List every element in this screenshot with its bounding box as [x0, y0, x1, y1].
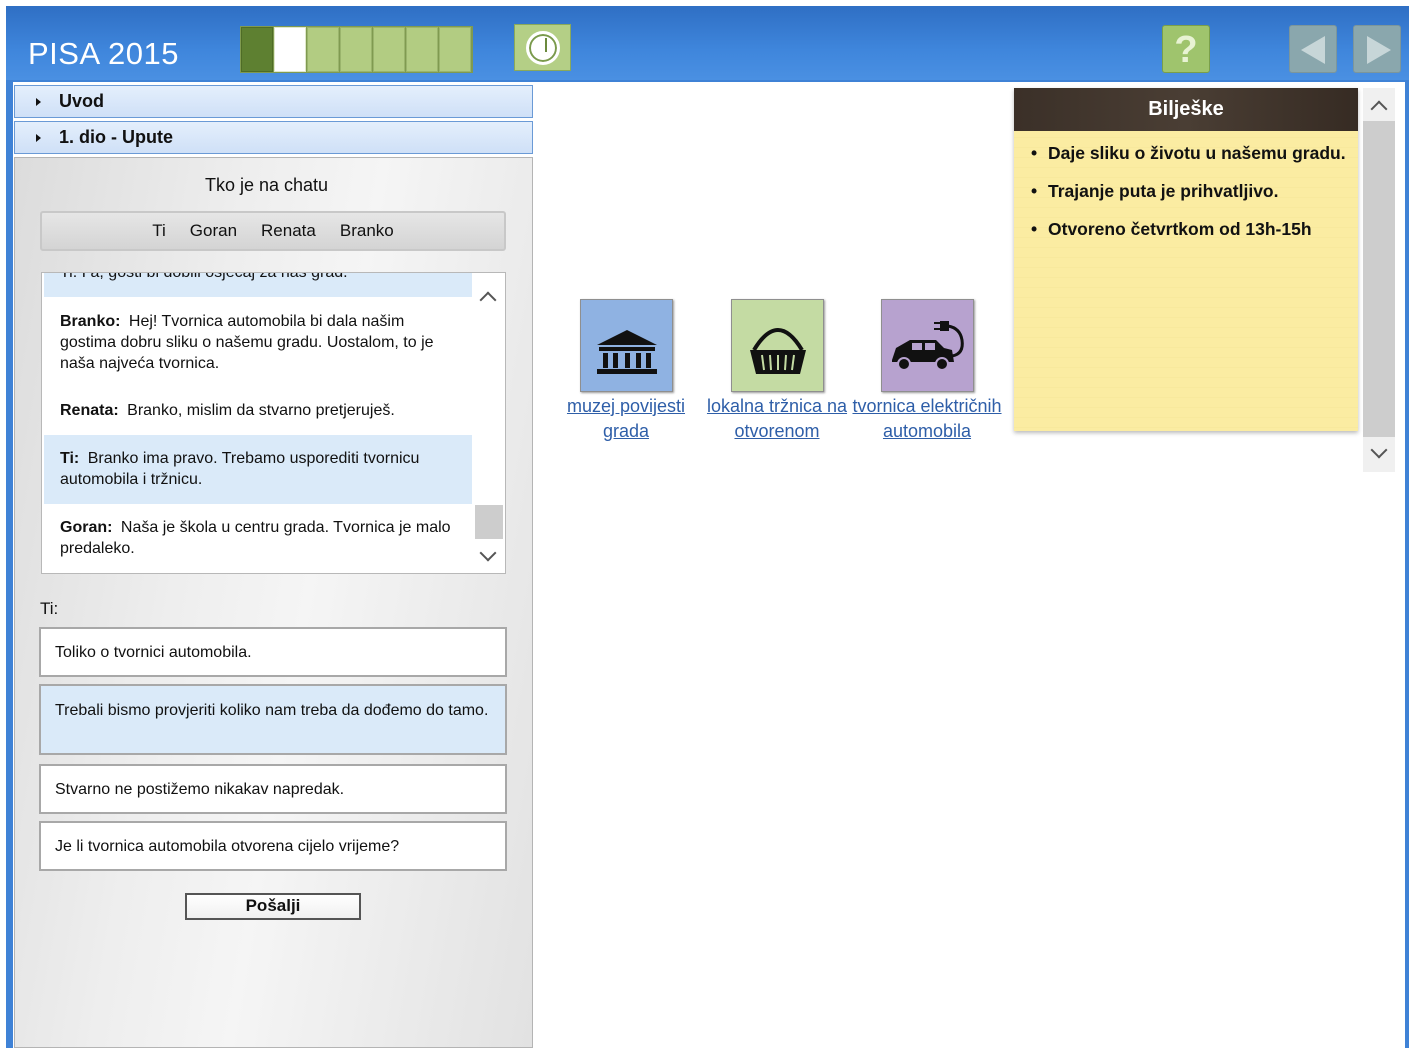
progress-segment	[241, 27, 273, 72]
reply-option-text: Toliko o tvornici automobila.	[55, 644, 252, 661]
notes-list: Daje sliku o životu u našemu gradu. Traj…	[1028, 141, 1350, 255]
scrollbar-thumb[interactable]	[475, 505, 503, 539]
progress-segment	[307, 27, 339, 72]
progress-segment	[274, 27, 306, 72]
chat-speaker: Branko:	[60, 313, 121, 330]
participant-name: Renata	[261, 221, 316, 240]
chat-speaker: Goran:	[60, 519, 113, 536]
accordion-label: 1. dio - Upute	[59, 127, 173, 147]
car-factory-tile[interactable]	[881, 299, 974, 392]
reply-option[interactable]: Stvarno ne postižemo nikakav napredak.	[39, 764, 507, 814]
chat-message: Branko: Hej! Tvornica automobila bi dala…	[44, 311, 472, 374]
chat-scrollbar[interactable]	[472, 273, 505, 573]
accordion-intro[interactable]: Uvod	[14, 85, 533, 118]
chat-message: Goran: Naša je škola u centru grada. Tvo…	[44, 517, 472, 559]
chevron-down-icon[interactable]	[1370, 441, 1388, 459]
market-tile[interactable]	[731, 299, 824, 392]
reply-option-text: Stvarno ne postižemo nikakav napredak.	[55, 781, 345, 798]
accordion-part1-instructions[interactable]: 1. dio - Upute	[14, 121, 533, 154]
caret-right-icon	[36, 98, 41, 106]
museum-icon	[597, 330, 657, 374]
participants-bar: Ti Goran Renata Branko	[40, 211, 506, 251]
chevron-up-icon[interactable]	[1370, 100, 1388, 118]
museum-link[interactable]: muzej povijesti grada	[551, 394, 701, 444]
chat-message: Ti: Branko ima pravo. Trebamo usporediti…	[44, 435, 472, 504]
progress-segment	[340, 27, 372, 72]
chat-message-cutoff: Ti: I a, gosti bi dobili osjećaj za naš …	[44, 272, 472, 297]
participant-name: Branko	[339, 221, 394, 240]
chevron-up-icon[interactable]	[479, 291, 497, 309]
notes-scrollbar[interactable]	[1363, 88, 1395, 472]
clock-icon	[526, 31, 560, 65]
help-button[interactable]: ?	[1162, 25, 1210, 73]
participant-name: Ti	[152, 221, 166, 240]
arrow-right-icon	[1367, 36, 1391, 64]
basket-icon	[750, 328, 806, 374]
chat-title: Tko je na chatu	[204, 175, 329, 195]
chat-message-text: Branko ima pravo. Trebamo usporediti tvo…	[60, 450, 420, 488]
progress-segment	[406, 27, 438, 72]
reply-option[interactable]: Toliko o tvornici automobila.	[39, 627, 507, 677]
notes-panel: Bilješke Daje sliku o životu u našemu gr…	[1014, 88, 1358, 431]
reply-option-text: Je li tvornica automobila otvorena cijel…	[55, 838, 400, 855]
progress-indicator	[240, 26, 473, 73]
previous-button[interactable]	[1289, 25, 1337, 73]
note-item: Trajanje puta je prihvatljivo.	[1028, 179, 1350, 204]
chat-message-text: Ti: I a, gosti bi dobili osjećaj za naš …	[60, 272, 348, 281]
app-title: PISA 2015	[28, 36, 180, 71]
timer-button[interactable]	[514, 24, 571, 71]
send-button[interactable]: Pošalji	[185, 893, 361, 920]
notes-title: Bilješke	[1014, 88, 1358, 131]
reply-label: Ti:	[40, 599, 59, 618]
question-mark-icon: ?	[1174, 29, 1198, 71]
next-button[interactable]	[1353, 25, 1401, 73]
chat-speaker: Ti:	[60, 450, 80, 467]
progress-segment	[439, 27, 471, 72]
top-bar: PISA 2015 ?	[6, 6, 1409, 80]
note-item: Daje sliku o životu u našemu gradu.	[1028, 141, 1350, 166]
arrow-left-icon	[1301, 36, 1325, 64]
electric-car-icon	[892, 321, 964, 371]
reply-option[interactable]: Je li tvornica automobila otvorena cijel…	[39, 821, 507, 871]
chat-speaker: Renata:	[60, 402, 119, 419]
participant-name: Goran	[189, 221, 238, 240]
chat-message: Renata: Branko, mislim da stvarno pretje…	[44, 400, 472, 421]
progress-segment	[373, 27, 405, 72]
note-item: Otvoreno četvrtkom od 13h-15h	[1028, 217, 1350, 242]
caret-right-icon	[36, 134, 41, 142]
scrollbar-thumb[interactable]	[1363, 121, 1395, 437]
accordion-label: Uvod	[59, 91, 104, 111]
chevron-down-icon[interactable]	[479, 544, 497, 562]
car-factory-link[interactable]: tvornica električnih automobila	[852, 394, 1002, 444]
museum-tile[interactable]	[580, 299, 673, 392]
chat-message-text: Branko, mislim da stvarno pretjeruješ.	[127, 402, 395, 419]
reply-option-text: Trebali bismo provjeriti koliko nam treb…	[55, 702, 489, 719]
chat-message-text: Naša je škola u centru grada. Tvornica j…	[60, 519, 451, 557]
chat-log[interactable]: Ti: I a, gosti bi dobili osjećaj za naš …	[41, 272, 506, 574]
market-link[interactable]: lokalna tržnica na otvorenom	[702, 394, 852, 444]
reply-option-selected[interactable]: Trebali bismo provjeriti koliko nam treb…	[39, 684, 507, 755]
